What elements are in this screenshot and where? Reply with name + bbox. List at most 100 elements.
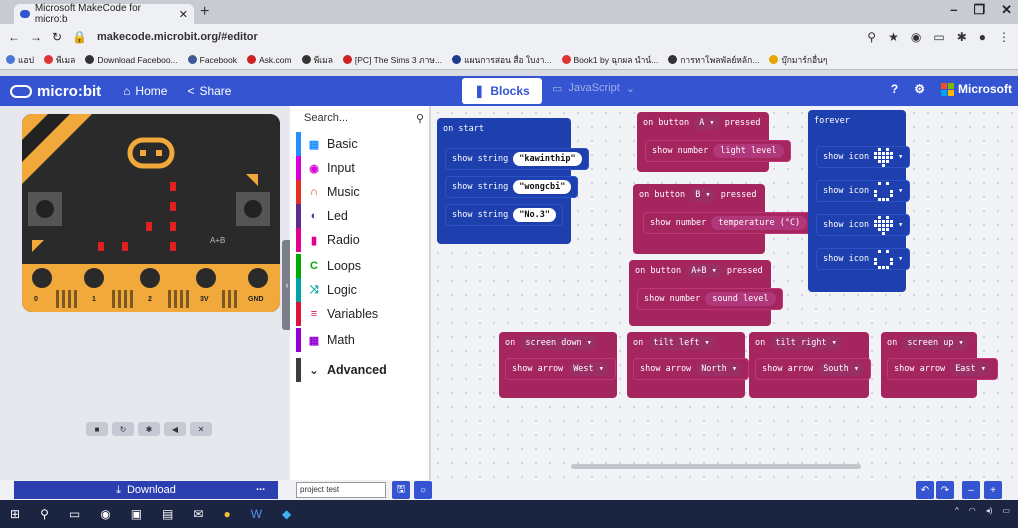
toolbox-category-math[interactable]: ▦ Math xyxy=(296,328,424,352)
sound-level-reporter[interactable]: sound level xyxy=(705,292,776,306)
home-button[interactable]: ⌂ Home xyxy=(123,84,167,98)
chevron-down-icon[interactable]: ⌄ xyxy=(626,82,635,95)
toolbox-search-input[interactable]: Search... ⚲ xyxy=(304,112,424,125)
undo-button[interactable]: ↶ xyxy=(916,481,934,499)
light-level-reporter[interactable]: light level xyxy=(713,144,784,158)
fullscreen-icon[interactable]: ✕ xyxy=(190,422,212,436)
gesture-dropdown[interactable]: screen down ▾ xyxy=(520,336,597,350)
windows-start-icon[interactable]: ⊞ xyxy=(10,507,20,521)
store-icon[interactable]: ▤ xyxy=(162,507,173,521)
bookmark-item[interactable]: [PC] The Sims 3 ภาษ... xyxy=(342,53,442,67)
show-arrow-block[interactable]: show arrow West ▾ xyxy=(505,358,616,380)
bookmark-item[interactable]: Ask.com xyxy=(246,55,292,65)
notification-icon[interactable]: ▭ xyxy=(1002,506,1010,515)
arrow-direction-dropdown[interactable]: West ▾ xyxy=(568,362,609,376)
arrow-direction-dropdown[interactable]: North ▾ xyxy=(696,362,743,376)
led-icon-picker[interactable] xyxy=(874,215,894,235)
led-icon-picker[interactable] xyxy=(874,181,894,201)
help-icon[interactable]: ? xyxy=(891,82,898,96)
gesture-dropdown[interactable]: tilt right ▾ xyxy=(770,336,842,350)
bookmark-item[interactable]: การหาโพลพัลย์หล้ก... xyxy=(668,53,759,67)
task-view-icon[interactable]: ▭ xyxy=(69,507,80,521)
menu-icon[interactable]: ⋮ xyxy=(998,30,1010,44)
save-button[interactable]: 🖫 xyxy=(392,481,410,499)
chevron-down-icon[interactable]: ▾ xyxy=(898,254,903,264)
redo-button[interactable]: ↷ xyxy=(936,481,954,499)
bookmark-item[interactable]: พีเมล xyxy=(43,53,75,67)
bookmark-item[interactable]: บุ๊กมาร์กอื่นๆ xyxy=(769,53,827,67)
chevron-down-icon[interactable]: ▾ xyxy=(898,220,903,230)
bookmark-item[interactable]: แผนการสอน สื่อ ใบงา... xyxy=(452,53,552,67)
button-ab-dropdown[interactable]: A+B ▾ xyxy=(686,264,722,278)
mute-icon[interactable]: ◀ xyxy=(164,422,186,436)
show-icon-block[interactable]: show icon ▾ xyxy=(816,214,911,236)
arrow-direction-dropdown[interactable]: East ▾ xyxy=(950,362,991,376)
debug-icon[interactable]: ✱ xyxy=(138,422,160,436)
bookmark-item[interactable]: แอป xyxy=(6,53,34,67)
show-string-block-3[interactable]: show string "No.3" xyxy=(445,204,564,226)
gesture-dropdown[interactable]: screen up ▾ xyxy=(902,336,969,350)
vscode-icon[interactable]: ◆ xyxy=(282,507,291,521)
file-explorer-icon[interactable]: ▣ xyxy=(131,507,142,521)
show-arrow-block[interactable]: show arrow South ▾ xyxy=(755,358,872,380)
maximize-icon[interactable]: ❐ xyxy=(973,2,985,18)
gear-icon[interactable]: ⚙ xyxy=(914,82,925,96)
cast-icon[interactable]: ▭ xyxy=(933,30,944,44)
new-tab-icon[interactable]: + xyxy=(200,4,209,20)
search-icon[interactable]: ⚲ xyxy=(867,30,876,44)
bookmark-item[interactable]: Book1 by ฉุกผล นำน์... xyxy=(561,53,658,67)
bookmark-item[interactable]: Facebook xyxy=(187,55,237,65)
stop-icon[interactable]: ■ xyxy=(86,422,108,436)
forward-icon[interactable]: → xyxy=(30,30,42,44)
blocks-tab[interactable]: ❚ Blocks xyxy=(462,78,542,104)
show-number-block-ab[interactable]: show number sound level xyxy=(637,288,783,310)
toolbox-category-loops[interactable]: C Loops xyxy=(296,254,424,278)
toolbox-category-advanced[interactable]: ⌄ Advanced xyxy=(296,358,424,382)
zoom-out-button[interactable]: – xyxy=(962,481,980,499)
gesture-dropdown[interactable]: tilt left ▾ xyxy=(648,336,715,350)
toolbox-category-music[interactable]: ∩ Music xyxy=(296,180,424,204)
url-field[interactable]: makecode.microbit.org/#editor xyxy=(97,31,258,43)
microbit-logo[interactable]: micro:bit xyxy=(10,83,101,100)
led-icon-picker[interactable] xyxy=(874,249,894,269)
reload-icon[interactable]: ↻ xyxy=(52,30,62,44)
edge-icon[interactable]: ◉ xyxy=(100,507,110,521)
chevron-down-icon[interactable]: ▾ xyxy=(898,186,903,196)
zoom-in-button[interactable]: + xyxy=(984,481,1002,499)
show-string-block-1[interactable]: show string "kawinthip" xyxy=(445,148,589,170)
github-button[interactable]: ○ xyxy=(414,481,432,499)
puzzle-icon[interactable]: ✱ xyxy=(957,30,967,44)
show-number-block-a[interactable]: show number light level xyxy=(645,140,791,162)
extension-icon[interactable]: ◉ xyxy=(911,30,921,44)
string-value-2[interactable]: "wongcbi" xyxy=(513,180,572,194)
toolbox-category-basic[interactable]: ▦ Basic xyxy=(296,132,424,156)
horizontal-scrollbar[interactable] xyxy=(571,464,861,469)
toolbox-category-input[interactable]: ◉ Input xyxy=(296,156,424,180)
led-icon-picker[interactable] xyxy=(874,147,894,167)
toolbox-category-radio[interactable]: ▮ Radio xyxy=(296,228,424,252)
close-icon[interactable]: ✕ xyxy=(179,8,188,21)
chrome-icon[interactable]: ● xyxy=(223,507,230,521)
wifi-icon[interactable]: ◠ xyxy=(969,506,976,515)
microbit-simulator[interactable]: A+B 0 1 2 3V GND xyxy=(22,114,280,312)
back-icon[interactable]: ← xyxy=(8,30,20,44)
show-icon-block[interactable]: show icon ▾ xyxy=(816,248,911,270)
profile-avatar[interactable]: ● xyxy=(979,30,986,44)
arrow-direction-dropdown[interactable]: South ▾ xyxy=(818,362,865,376)
microsoft-logo[interactable]: Microsoft xyxy=(941,82,1012,97)
javascript-tab[interactable]: ▭ JavaScript ⌄ xyxy=(552,82,635,95)
show-number-block-b[interactable]: show number temperature (°C) xyxy=(643,212,815,234)
close-window-icon[interactable]: ✕ xyxy=(1001,2,1012,18)
temperature-reporter[interactable]: temperature (°C) xyxy=(711,216,808,230)
show-arrow-block[interactable]: show arrow North ▾ xyxy=(633,358,750,380)
toolbox-category-led[interactable]: ◐ Led xyxy=(296,204,424,228)
toolbox-category-logic[interactable]: ⤨ Logic xyxy=(296,278,424,302)
string-value-1[interactable]: "kawinthip" xyxy=(513,152,582,166)
show-string-block-2[interactable]: show string "wongcbi" xyxy=(445,176,579,198)
button-a-dropdown[interactable]: A ▾ xyxy=(694,116,720,130)
share-button[interactable]: < Share xyxy=(187,84,231,98)
bookmark-item[interactable]: Download Faceboo... xyxy=(85,55,178,65)
chevron-down-icon[interactable]: ▾ xyxy=(898,152,903,162)
minimize-icon[interactable]: – xyxy=(950,2,957,18)
download-more-button[interactable]: ... xyxy=(256,481,265,493)
